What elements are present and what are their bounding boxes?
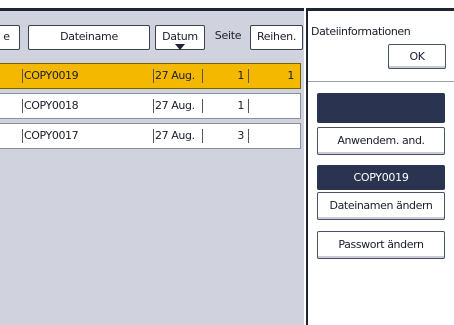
selected-file-name: COPY0019 (317, 165, 445, 190)
column-header-order[interactable]: Reihen. (250, 25, 303, 50)
file-pages: 1 (216, 94, 249, 118)
file-list-panel: e Dateiname Datum Seite Reihen. COPY0019… (0, 8, 304, 325)
column-header-partial[interactable]: e (0, 25, 20, 50)
column-header-row: e Dateiname Datum Seite Reihen. (0, 25, 304, 51)
column-header-date[interactable]: Datum (155, 25, 205, 50)
file-order: 1 (287, 69, 294, 82)
sort-descending-icon (175, 44, 185, 50)
file-row[interactable]: COPY0017 27 Aug. 3 (0, 123, 301, 149)
file-row[interactable]: COPY0019 27 Aug. 1 1 (0, 63, 301, 89)
file-name: COPY0019 (21, 64, 79, 88)
file-date: 27 Aug. (153, 64, 203, 88)
file-row[interactable]: COPY0018 27 Aug. 1 (0, 93, 301, 119)
divider (308, 81, 454, 82)
column-header-date-label: Datum (162, 30, 198, 43)
ok-button[interactable]: OK (388, 44, 446, 69)
file-name: COPY0017 (21, 124, 79, 148)
file-order (272, 124, 294, 148)
file-pages: 1 (216, 64, 249, 88)
rename-file-button[interactable]: Dateinamen ändern (317, 192, 445, 220)
file-date: 27 Aug. (153, 94, 203, 118)
status-display (317, 93, 445, 123)
column-header-filename[interactable]: Dateiname (28, 25, 150, 50)
file-pages: 3 (216, 124, 249, 148)
info-panel-title: Dateiinformationen (311, 25, 411, 38)
file-order (272, 94, 294, 118)
file-date: 27 Aug. (153, 124, 203, 148)
file-name: COPY0018 (21, 94, 79, 118)
change-password-button[interactable]: Passwort ändern (317, 231, 445, 259)
column-header-pages: Seite (214, 29, 242, 42)
file-info-panel: Dateiinformationen OK Anwendem. and. COP… (306, 8, 454, 325)
change-user-name-button[interactable]: Anwendem. and. (317, 127, 445, 155)
